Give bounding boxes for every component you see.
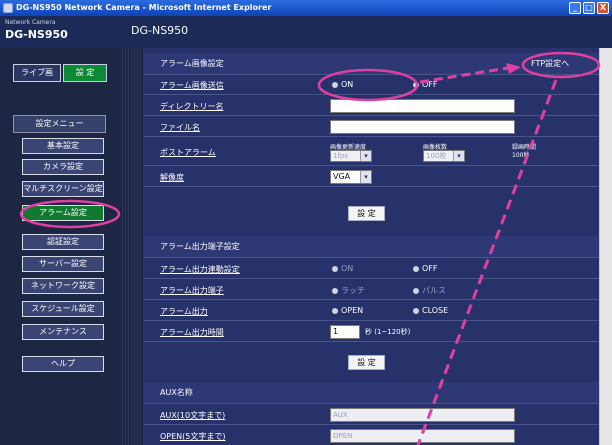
- radio-dot: [332, 287, 338, 294]
- send-on-radio[interactable]: ON: [332, 80, 353, 89]
- setup-menu-heading: 設定メニュー: [13, 115, 106, 133]
- alarm-output-set-button[interactable]: 設 定: [348, 355, 385, 370]
- chevron-down-icon: ▾: [360, 171, 371, 183]
- pulse-label: パルス: [422, 286, 446, 295]
- link-off-radio[interactable]: OFF: [413, 264, 438, 273]
- menu-basic[interactable]: 基本設定: [22, 138, 104, 154]
- aux-name-row: AUX(10文字まで) AUX: [144, 405, 599, 425]
- menu-maintenance[interactable]: メンテナンス: [22, 324, 104, 340]
- vertical-scrollbar[interactable]: [599, 48, 612, 445]
- live-view-button[interactable]: ライブ画: [13, 64, 61, 82]
- alarm-output-heading: アラーム出力端子設定: [144, 236, 599, 258]
- output-link-row: アラーム出力連動設定 ON OFF: [144, 259, 599, 279]
- menu-schedule[interactable]: スケジュール設定: [22, 301, 104, 317]
- filename-row: ファイル名: [144, 117, 599, 137]
- open-name-input[interactable]: OPEN: [330, 429, 515, 443]
- close-radio[interactable]: CLOSE: [413, 306, 448, 315]
- menu-auth[interactable]: 認証設定: [22, 234, 104, 250]
- radio-dot: [332, 81, 338, 88]
- brand-model: DG-NS950: [5, 28, 68, 41]
- output-terminal-row: アラーム出力端子 ラッチ パルス: [144, 280, 599, 300]
- minimize-button[interactable]: _: [569, 2, 581, 14]
- title-bar: DG-NS950 Network Camera - Microsoft Inte…: [0, 0, 612, 16]
- aux-heading: AUX名称: [144, 382, 599, 404]
- radio-dot: [332, 307, 338, 314]
- output-row: アラーム出力 OPEN CLOSE: [144, 301, 599, 321]
- chevron-down-icon: ▾: [360, 151, 371, 161]
- app-header: Network Camera DG-NS950 DG-NS950: [0, 16, 612, 48]
- menu-network[interactable]: ネットワーク設定: [22, 278, 104, 294]
- alarm-image-set-button[interactable]: 設 定: [348, 206, 385, 221]
- send-off-radio[interactable]: OFF: [413, 80, 438, 89]
- maximize-button[interactable]: □: [583, 2, 595, 14]
- latch-radio[interactable]: ラッチ: [332, 285, 365, 296]
- radio-dot: [413, 81, 419, 88]
- aux-name-label: AUX(10文字まで): [160, 411, 226, 420]
- alarm-output-title: アラーム出力端子設定: [160, 242, 240, 251]
- latch-label: ラッチ: [341, 286, 365, 295]
- count-value: 100枚: [426, 152, 447, 160]
- chevron-down-icon: ▾: [453, 151, 464, 161]
- alarm-image-title: アラーム画像設定: [160, 59, 224, 68]
- link-on-radio[interactable]: ON: [332, 264, 353, 273]
- send-off-label: OFF: [422, 80, 438, 89]
- header-model: DG-NS950: [131, 24, 189, 37]
- pulse-radio[interactable]: パルス: [413, 285, 446, 296]
- directory-label: ディレクトリー名: [160, 102, 224, 111]
- menu-server[interactable]: サーバー設定: [22, 256, 104, 272]
- open-name-row: OPEN(5文字まで) OPEN: [144, 426, 599, 445]
- output-time-row: アラーム出力時間 1 秒 (1~120秒): [144, 322, 599, 342]
- open-label: OPEN: [341, 306, 364, 315]
- ftp-settings-link[interactable]: FTP設定へ: [531, 53, 569, 75]
- post-alarm-row: ポストアラーム 画像更新速度 1fps ▾ 画像枚数 100枚 ▾ 録画時間 100…: [144, 138, 599, 166]
- settings-panel: アラーム画像設定 FTP設定へ アラーム画像送信 ON OFF ディレクトリー名…: [144, 48, 599, 445]
- filename-label: ファイル名: [160, 123, 200, 132]
- resolution-row: 解像度 VGA ▾: [144, 167, 599, 187]
- setup-mode-button[interactable]: 設 定: [63, 64, 107, 82]
- window-title: DG-NS950 Network Camera - Microsoft Inte…: [16, 3, 272, 12]
- directory-input[interactable]: [330, 99, 515, 113]
- record-time-value: 100秒: [512, 152, 530, 159]
- close-button[interactable]: X: [597, 2, 609, 14]
- send-on-label: ON: [341, 80, 354, 89]
- link-on-label: ON: [341, 264, 354, 273]
- brand-caption: Network Camera: [5, 19, 56, 26]
- alarm-image-heading: アラーム画像設定 FTP設定へ: [144, 53, 599, 75]
- resolution-label: 解像度: [160, 173, 184, 182]
- menu-multiscreen[interactable]: マルチスクリーン設定: [22, 181, 104, 197]
- browser-window: DG-NS950 Network Camera - Microsoft Inte…: [0, 0, 612, 445]
- output-time-label: アラーム出力時間: [160, 328, 224, 337]
- help-button[interactable]: ヘルプ: [22, 356, 104, 372]
- menu-alarm[interactable]: アラーム設定: [22, 205, 104, 221]
- filename-input[interactable]: [330, 120, 515, 134]
- frame-divider: [120, 48, 144, 445]
- radio-dot: [413, 287, 419, 294]
- post-alarm-label: ポストアラーム: [160, 148, 216, 157]
- resolution-select[interactable]: VGA ▾: [330, 170, 372, 184]
- count-select[interactable]: 100枚 ▾: [423, 150, 465, 162]
- alarm-image-send-label: アラーム画像送信: [160, 81, 224, 90]
- output-label: アラーム出力: [160, 307, 208, 316]
- radio-dot: [413, 307, 419, 314]
- rate-select[interactable]: 1fps ▾: [330, 150, 372, 162]
- output-terminal-label: アラーム出力端子: [160, 286, 224, 295]
- aux-title: AUX名称: [160, 388, 193, 397]
- aux-name-input[interactable]: AUX: [330, 408, 515, 422]
- open-name-label: OPEN(5文字まで): [160, 432, 226, 441]
- close-label: CLOSE: [422, 306, 449, 315]
- output-link-label: アラーム出力連動設定: [160, 265, 240, 274]
- directory-row: ディレクトリー名: [144, 96, 599, 116]
- radio-dot: [332, 265, 338, 272]
- radio-dot: [413, 265, 419, 272]
- open-radio[interactable]: OPEN: [332, 306, 363, 315]
- output-time-unit: 秒 (1~120秒): [365, 328, 411, 336]
- resolution-value: VGA: [333, 172, 351, 181]
- output-time-input[interactable]: 1: [330, 325, 360, 339]
- ie-icon: [3, 3, 13, 13]
- link-off-label: OFF: [422, 264, 438, 273]
- rate-value: 1fps: [333, 152, 349, 160]
- sidebar: ライブ画 設 定 設定メニュー 基本設定 カメラ設定 マルチスクリーン設定 アラ…: [0, 48, 120, 445]
- alarm-image-send-row: アラーム画像送信 ON OFF: [144, 75, 599, 95]
- menu-camera[interactable]: カメラ設定: [22, 159, 104, 175]
